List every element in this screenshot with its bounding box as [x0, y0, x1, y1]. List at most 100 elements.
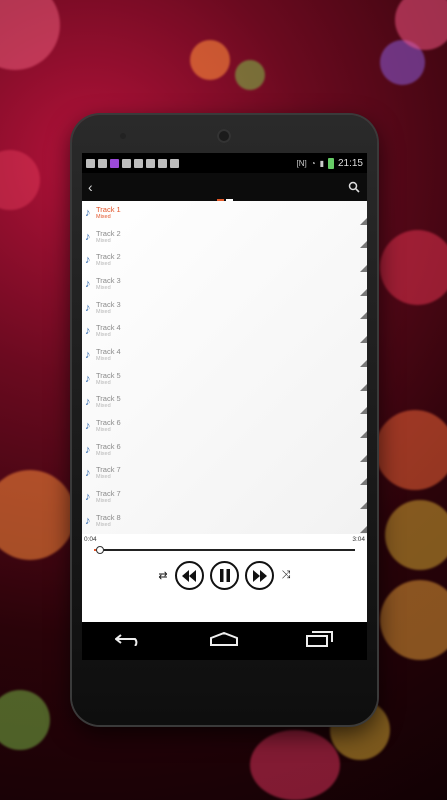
track-row[interactable]: ♪ Track 7 Mixed: [82, 485, 367, 509]
track-title: Track 1: [96, 204, 121, 214]
track-menu-corner[interactable]: [360, 407, 367, 415]
front-camera: [120, 133, 126, 139]
track-title: Track 5: [96, 370, 121, 380]
search-icon[interactable]: [347, 180, 361, 194]
music-note-icon: ♪: [85, 254, 91, 267]
mail-icon: [134, 158, 143, 168]
clipboard-icon: [158, 158, 167, 168]
clock: 21:15: [337, 157, 363, 169]
home-nav-icon[interactable]: [209, 631, 239, 651]
track-row[interactable]: ♪ Track 6 Mixed: [82, 414, 367, 438]
navigation-bar: [82, 622, 367, 660]
notification-icons: [86, 158, 179, 168]
track-row[interactable]: ♪ Track 7 Mixed: [82, 462, 367, 486]
track-title: Track 4: [96, 346, 121, 356]
track-title: Track 4: [96, 323, 121, 333]
track-menu-corner[interactable]: [360, 217, 367, 225]
download-icon: [146, 158, 155, 168]
usb-icon: [86, 158, 95, 168]
track-title: Track 2: [96, 228, 121, 238]
track-menu-corner[interactable]: [360, 501, 367, 509]
track-menu-corner[interactable]: [360, 336, 367, 344]
fast-forward-icon: [253, 569, 267, 582]
track-menu-corner[interactable]: [360, 241, 367, 249]
signal-icon: ▮: [319, 158, 324, 168]
music-note-icon: ♪: [85, 277, 91, 290]
shuffle-icon[interactable]: ⤨: [280, 569, 292, 582]
recent-apps-icon[interactable]: [305, 630, 334, 652]
back-nav-icon[interactable]: [114, 632, 143, 651]
repeat-icon[interactable]: ⇄: [157, 569, 169, 582]
track-menu-corner[interactable]: [360, 312, 367, 320]
chevron-left-icon[interactable]: ‹: [88, 179, 93, 195]
track-row[interactable]: ♪ Track 8 Mixed: [82, 509, 367, 533]
total-duration: 3:04: [352, 535, 365, 543]
seek-bar[interactable]: [94, 546, 355, 554]
track-title: Track 3: [96, 275, 121, 285]
phone-screen: [N] ◔ ▮ 21:15 ‹ ♪ Track 1 Mixed ♪ Track 2 Mix…: [82, 153, 367, 660]
track-row[interactable]: ♪ Track 3 Mixed: [82, 296, 367, 320]
music-note-icon: ♪: [85, 396, 91, 409]
track-menu-corner[interactable]: [360, 359, 367, 367]
track-artist: Mixed: [96, 355, 111, 362]
track-menu-corner[interactable]: [360, 478, 367, 486]
track-menu-corner[interactable]: [360, 288, 367, 296]
image-icon: [122, 158, 131, 168]
track-menu-corner[interactable]: [360, 430, 367, 438]
music-note-icon: ♪: [85, 443, 91, 456]
track-row[interactable]: ♪ Track 5 Mixed: [82, 391, 367, 415]
action-bar: ‹: [82, 173, 367, 201]
track-title: Track 3: [96, 299, 121, 309]
elapsed-time: 0:04: [84, 535, 97, 543]
track-artist: Mixed: [96, 427, 111, 434]
wifi-icon: ◔: [310, 158, 316, 168]
track-title: Track 8: [96, 512, 121, 522]
music-note-icon: ♪: [85, 206, 91, 219]
music-note-icon: ♪: [85, 301, 91, 314]
music-note-icon: ♪: [85, 348, 91, 361]
seek-handle[interactable]: [96, 546, 105, 554]
track-artist: Mixed: [96, 521, 111, 528]
previous-button[interactable]: [175, 561, 204, 590]
track-artist: Mixed: [96, 379, 111, 386]
pause-button[interactable]: [210, 561, 239, 590]
track-artist: Mixed: [96, 474, 111, 481]
track-row[interactable]: ♪ Track 5 Mixed: [82, 367, 367, 391]
track-artist: Mixed: [96, 498, 111, 505]
track-row[interactable]: ♪ Track 2 Mixed: [82, 248, 367, 273]
track-artist: Mixed: [96, 308, 111, 315]
track-menu-corner[interactable]: [360, 525, 367, 533]
track-list: ♪ Track 1 Mixed ♪ Track 2 Mixed ♪ Track 2 Mixed ♪…: [82, 201, 367, 534]
track-artist: Mixed: [96, 237, 111, 244]
pause-icon: [219, 569, 230, 582]
music-note-icon: ♪: [85, 325, 91, 338]
track-menu-corner[interactable]: [360, 383, 367, 391]
music-note-icon: ♪: [85, 372, 91, 385]
track-title: Track 6: [96, 418, 121, 428]
track-row[interactable]: ♪ Track 6 Mixed: [82, 438, 367, 462]
status-bar: [N] ◔ ▮ 21:15: [82, 153, 367, 173]
media-player-icon: [110, 158, 119, 168]
track-menu-corner[interactable]: [360, 265, 367, 273]
track-row[interactable]: ♪ Track 2 Mixed: [82, 225, 367, 249]
track-row[interactable]: ♪ Track 4 Mixed: [82, 319, 367, 344]
track-title: Track 5: [96, 394, 121, 404]
playback-controls: ⇄ ⤨: [82, 561, 367, 590]
player-panel: 0:04 3:04 ⇄ ⤨: [82, 534, 367, 622]
phone-frame: [N] ◔ ▮ 21:15 ‹ ♪ Track 1 Mixed ♪ Track 2 Mix…: [72, 115, 377, 725]
track-menu-corner[interactable]: [360, 454, 367, 462]
music-note-icon: ♪: [85, 491, 91, 504]
track-row[interactable]: ♪ Track 4 Mixed: [82, 343, 367, 367]
music-note-icon: ♪: [85, 420, 91, 433]
track-title: Track 2: [96, 252, 121, 262]
track-row[interactable]: ♪ Track 3 Mixed: [82, 272, 367, 296]
music-note-icon: ♪: [85, 467, 91, 480]
bag-icon: [170, 158, 179, 168]
battery-icon: [327, 157, 334, 169]
track-row[interactable]: ♪ Track 1 Mixed: [82, 201, 367, 225]
earpiece-speaker: [217, 129, 231, 143]
track-artist: Mixed: [96, 213, 111, 220]
track-title: Track 6: [96, 441, 121, 451]
track-artist: Mixed: [96, 403, 111, 410]
next-button[interactable]: [245, 561, 274, 590]
